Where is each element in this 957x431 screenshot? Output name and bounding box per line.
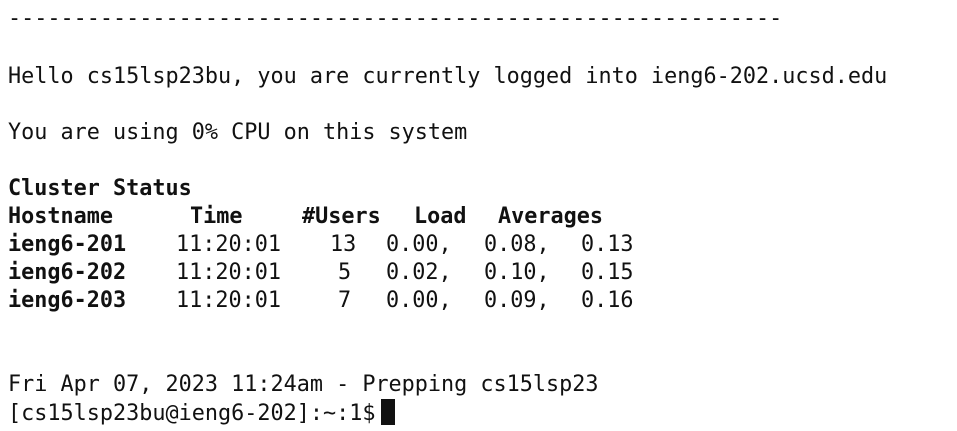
header-users: #Users <box>302 204 381 229</box>
cluster-status-title: Cluster Status <box>8 176 192 201</box>
row-time: 11:20:01 <box>176 288 281 313</box>
row-load-5: 0.08, <box>484 232 550 257</box>
row-load-1: 0.02, <box>386 260 452 285</box>
header-load: Load <box>414 204 467 229</box>
row-load-15: 0.15 <box>581 260 634 285</box>
row-hostname: ieng6-202 <box>8 260 127 285</box>
row-load-5: 0.09, <box>484 288 550 313</box>
row-users: 5 <box>338 260 352 285</box>
header-averages: Averages <box>498 204 603 229</box>
row-time: 11:20:01 <box>176 232 281 257</box>
row-time: 11:20:01 <box>176 260 281 285</box>
header-time: Time <box>190 204 243 229</box>
login-status-line: Fri Apr 07, 2023 11:24am - Prepping cs15… <box>8 372 599 397</box>
table-row: ieng6-202 11:20:01 5 0.02, 0.10, 0.15 <box>8 259 708 287</box>
row-users: 7 <box>338 288 352 313</box>
cluster-table-header: Hostname Time #Users Load Averages <box>8 203 708 231</box>
row-users: 13 <box>330 232 357 257</box>
cpu-usage-message: You are using 0% CPU on this system <box>8 120 468 145</box>
row-hostname: ieng6-201 <box>8 232 127 257</box>
shell-prompt: [cs15lsp23bu@ieng6-202]:~:1$ <box>8 401 376 426</box>
greeting-message: Hello cs15lsp23bu, you are currently log… <box>8 64 888 89</box>
row-hostname: ieng6-203 <box>8 288 127 313</box>
row-load-5: 0.10, <box>484 260 550 285</box>
row-load-15: 0.13 <box>581 232 634 257</box>
table-row: ieng6-201 11:20:01 13 0.00, 0.08, 0.13 <box>8 231 708 259</box>
row-load-15: 0.16 <box>581 288 634 313</box>
command-prompt-line[interactable]: [cs15lsp23bu@ieng6-202]:~:1$ <box>8 399 396 427</box>
row-load-1: 0.00, <box>386 288 452 313</box>
terminal-window[interactable]: ----------------------------------------… <box>0 0 957 431</box>
separator-line: ----------------------------------------… <box>8 6 783 31</box>
text-cursor[interactable] <box>381 399 396 425</box>
table-row: ieng6-203 11:20:01 7 0.00, 0.09, 0.16 <box>8 287 708 315</box>
row-load-1: 0.00, <box>386 232 452 257</box>
header-hostname: Hostname <box>8 204 113 229</box>
